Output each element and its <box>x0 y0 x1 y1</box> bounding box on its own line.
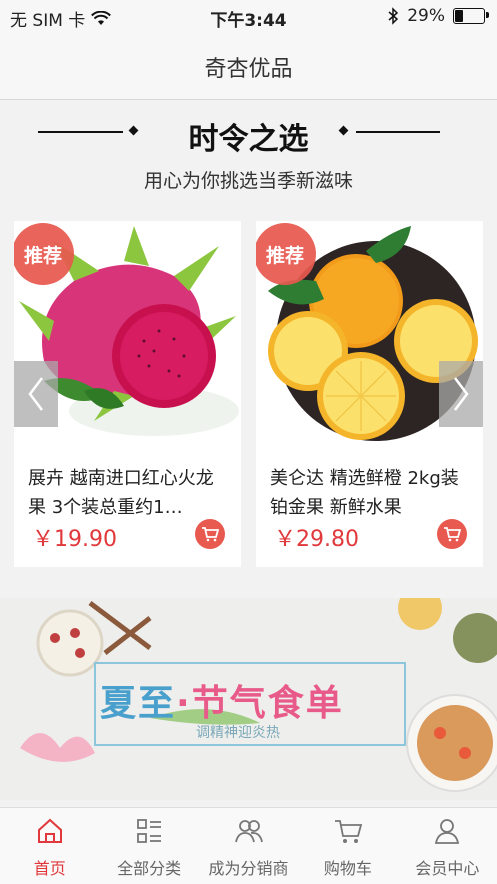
banner-subtitle: 调精神迎炎热 <box>196 725 280 741</box>
status-bar: 无 SIM 卡 下午3:44 29% <box>0 0 497 34</box>
recommend-badge: 推荐 <box>256 223 316 285</box>
tab-categories[interactable]: 全部分类 <box>99 808 198 884</box>
tab-home[interactable]: 首页 <box>0 808 99 884</box>
users-icon <box>234 820 263 843</box>
page-title: 奇杏优品 <box>204 56 293 82</box>
product-title: 美仑达 精选鲜橙 2kg装 铂金果 新鲜水果 <box>270 468 459 518</box>
tab-label: 成为分销商 <box>208 859 289 878</box>
recommend-badge: 推荐 <box>14 223 74 285</box>
cart-icon <box>334 820 363 843</box>
tab-cart[interactable]: 购物车 <box>298 808 397 884</box>
tab-distributor[interactable]: 成为分销商 <box>199 808 298 884</box>
section-header: 时令之选 <box>0 114 497 160</box>
tab-label: 全部分类 <box>117 859 182 878</box>
section-title: 时令之选 <box>188 122 309 157</box>
product-title: 展卉 越南进口红心火龙果 3个装总重约1… <box>28 468 214 518</box>
product-price: ￥29.80 <box>274 527 359 552</box>
add-to-cart-button[interactable] <box>437 519 467 549</box>
tab-label: 购物车 <box>323 859 372 878</box>
carousel-next-button[interactable] <box>439 361 483 427</box>
add-to-cart-button[interactable] <box>195 519 225 549</box>
tab-label: 首页 <box>33 859 66 878</box>
tab-label: 会员中心 <box>415 859 480 878</box>
cart-icon <box>202 527 219 542</box>
tab-bar: 首页 全部分类 成为分销商 购物车 会员中心 <box>0 807 497 884</box>
chevron-right-icon <box>454 377 469 411</box>
banner-title: 夏至·节气食单 <box>100 683 344 724</box>
nav-bar: 奇杏优品 <box>0 34 497 100</box>
carousel-prev-button[interactable] <box>14 361 58 427</box>
bluetooth-icon <box>388 7 399 25</box>
chevron-left-icon <box>28 377 43 411</box>
battery-percent: 29% <box>407 6 445 26</box>
section-subtitle: 用心为你挑选当季新滋味 <box>143 170 353 192</box>
tab-member[interactable]: 会员中心 <box>398 808 497 884</box>
promo-banner[interactable]: 夏至·节气食单 调精神迎炎热 <box>0 598 497 800</box>
divider <box>356 131 440 133</box>
category-icon <box>137 819 162 843</box>
battery-icon <box>453 8 489 24</box>
cart-icon <box>444 527 461 542</box>
product-price: ￥19.90 <box>32 527 117 552</box>
home-icon <box>37 818 62 843</box>
user-icon <box>435 819 460 844</box>
